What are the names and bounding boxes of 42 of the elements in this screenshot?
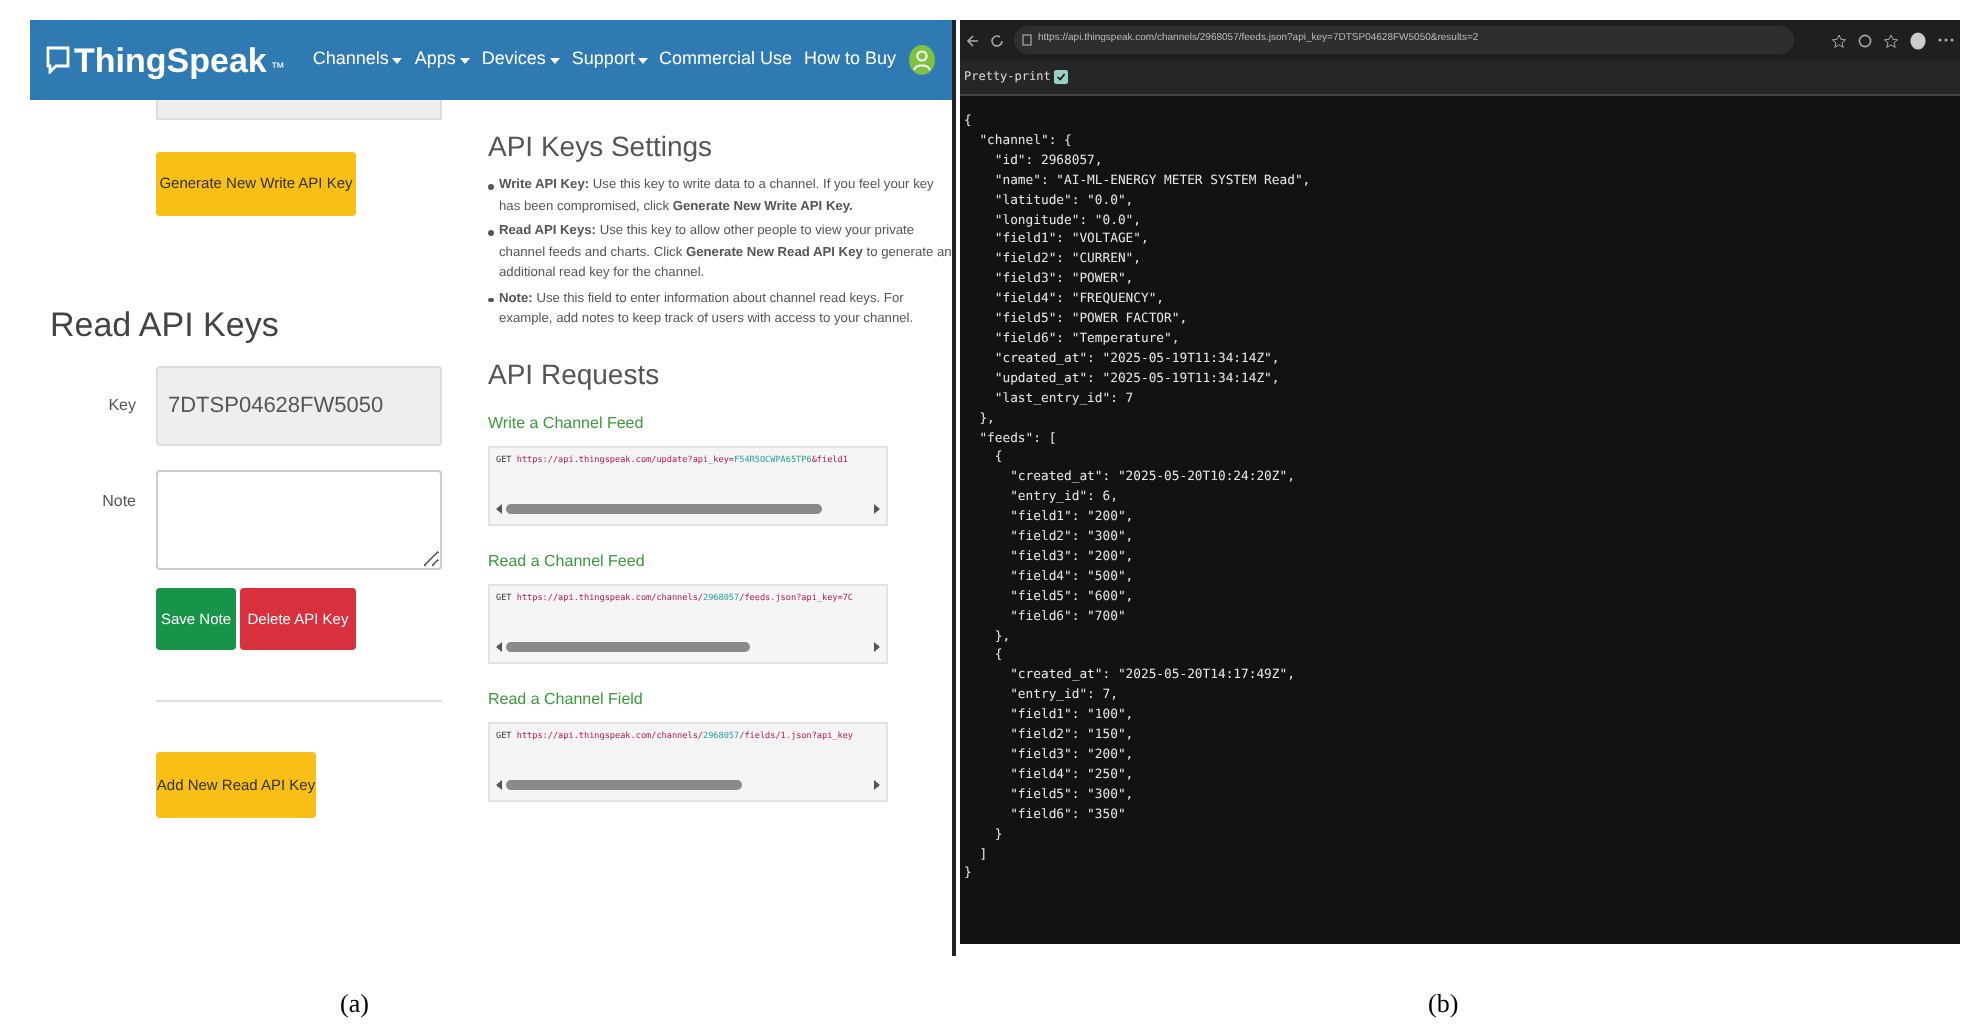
site-info-icon[interactable] [1022, 34, 1032, 46]
key-field[interactable]: 7DTSP04628FW5050 [156, 366, 442, 446]
nav-menu[interactable]: Apps [414, 46, 470, 74]
figure-caption: (b) [1428, 988, 1459, 1018]
brand-logo[interactable]: ThingSpeak [74, 43, 267, 77]
section-heading: API Requests [488, 359, 662, 387]
scroll-right-icon[interactable] [874, 780, 880, 790]
pretty-print-checkbox[interactable] [1054, 70, 1069, 84]
field-label: Note [100, 490, 138, 514]
nav-link[interactable]: Commercial Use [658, 46, 792, 74]
refresh-icon[interactable] [990, 33, 1004, 47]
nav-menu[interactable]: Channels [312, 46, 403, 74]
scrollbar-thumb[interactable] [506, 504, 822, 514]
scroll-left-icon[interactable] [496, 780, 502, 790]
caret-icon [638, 57, 649, 63]
profile-icon[interactable] [1910, 31, 1926, 49]
user-avatar-icon[interactable] [908, 44, 936, 76]
caret-icon [549, 57, 560, 63]
scrollbar-thumb[interactable] [506, 642, 750, 652]
scroll-right-icon[interactable] [874, 642, 880, 652]
scroll-left-icon[interactable] [496, 642, 502, 652]
speech-bubble-icon [46, 46, 70, 74]
favorites-icon[interactable] [1884, 33, 1898, 47]
scrollbar-thumb[interactable] [506, 780, 742, 790]
figure-caption: (a) [340, 988, 369, 1018]
scroll-right-icon[interactable] [874, 504, 880, 514]
section-heading: Read API Keys [50, 308, 281, 342]
star-icon[interactable] [1832, 33, 1846, 47]
input-field[interactable] [156, 100, 442, 120]
caret-icon [392, 57, 403, 63]
request-link[interactable]: Write a Channel Feed [488, 411, 644, 435]
nav-link[interactable]: How to Buy [803, 46, 896, 74]
back-arrow-icon[interactable] [966, 33, 980, 47]
nav-menu[interactable]: Support [571, 46, 649, 74]
note-field[interactable] [156, 470, 442, 570]
scroll-left-icon[interactable] [496, 504, 502, 514]
field-label: Key [106, 394, 138, 418]
request-link[interactable]: Read a Channel Field [488, 687, 643, 711]
nav-menu[interactable]: Devices [481, 46, 560, 74]
section-heading: API Keys Settings [488, 132, 715, 160]
caret-icon [459, 57, 470, 63]
request-link[interactable]: Read a Channel Feed [488, 549, 645, 573]
